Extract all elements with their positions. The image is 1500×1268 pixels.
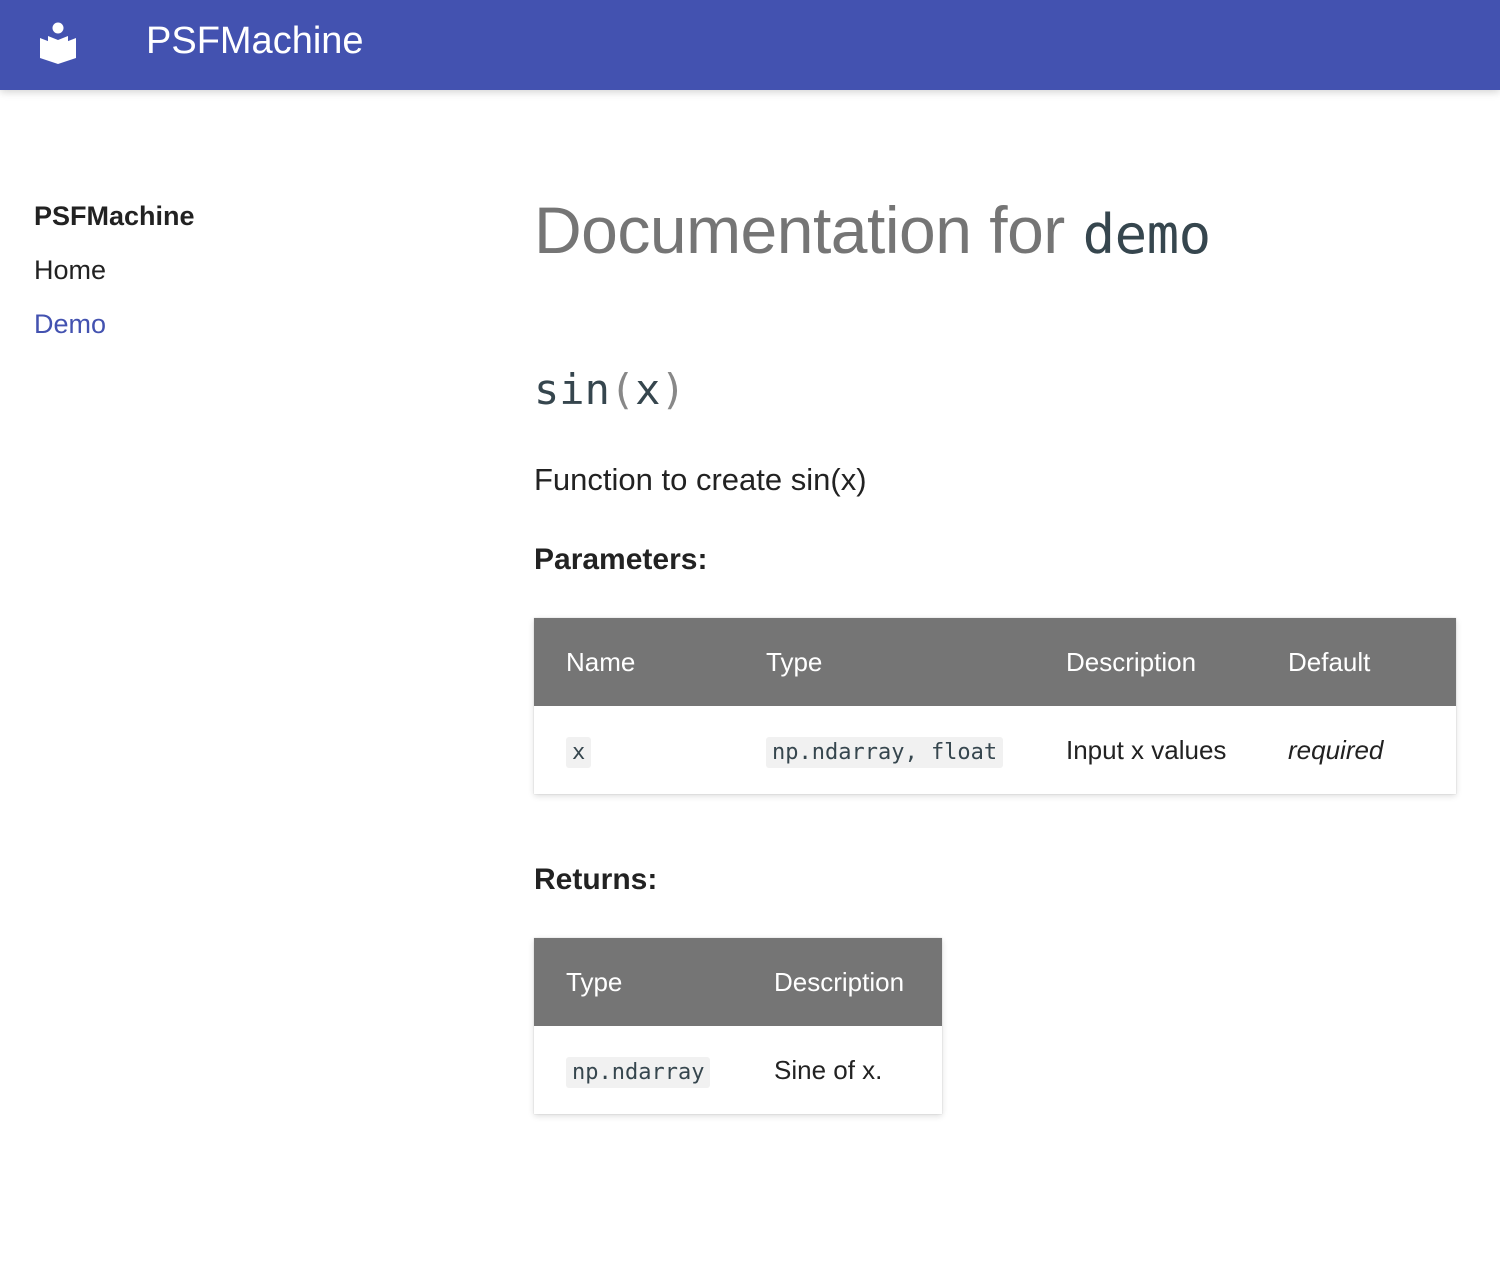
column-header-name: Name bbox=[534, 618, 734, 706]
table-row: x np.ndarray, float Input x values requi… bbox=[534, 706, 1456, 794]
return-type-cell: np.ndarray bbox=[534, 1026, 742, 1114]
function-description: Function to create sin(x) bbox=[534, 462, 867, 497]
column-header-default: Default bbox=[1256, 618, 1456, 706]
top-header: PSFMachine bbox=[0, 0, 1500, 90]
parameters-table: Name Type Description Default x np.ndarr… bbox=[534, 618, 1456, 794]
param-default: required bbox=[1288, 734, 1384, 765]
sidebar-title: PSFMachine bbox=[34, 201, 195, 231]
book-reader-icon[interactable] bbox=[38, 22, 78, 64]
function-name: sin bbox=[534, 365, 610, 414]
column-header-description: Description bbox=[1034, 618, 1256, 706]
param-name: x bbox=[566, 736, 592, 768]
return-description: Sine of x. bbox=[774, 1054, 883, 1085]
sidebar-item-home[interactable]: Home bbox=[34, 250, 434, 290]
main-content: Documentation for demo sin(x) Function t… bbox=[534, 190, 1456, 1114]
sidebar-nav: PSFMachine Home Demo bbox=[34, 196, 434, 344]
function-arg: x bbox=[635, 365, 661, 414]
sidebar-item-demo[interactable]: Demo bbox=[34, 304, 434, 344]
param-name-cell: x bbox=[534, 706, 734, 794]
returns-heading: Returns: bbox=[534, 863, 658, 896]
table-row: np.ndarray Sine of x. bbox=[534, 1026, 942, 1114]
function-signature: sin(x) bbox=[534, 360, 686, 420]
page-title-module: demo bbox=[1082, 203, 1212, 266]
column-header-type: Type bbox=[534, 938, 742, 1026]
param-type-cell: np.ndarray, float bbox=[734, 706, 1034, 794]
function-open-paren: ( bbox=[609, 365, 636, 414]
site-title[interactable]: PSFMachine bbox=[146, 18, 364, 64]
column-header-description: Description bbox=[742, 938, 942, 1026]
function-close-paren: ) bbox=[660, 365, 686, 414]
page-title: Documentation for demo bbox=[534, 190, 1456, 275]
return-type: np.ndarray bbox=[566, 1056, 711, 1088]
param-type: np.ndarray, float bbox=[766, 736, 1004, 768]
returns-table: Type Description np.ndarray Sine of x. bbox=[534, 938, 942, 1114]
parameters-heading: Parameters: bbox=[534, 543, 708, 576]
table-header-row: Name Type Description Default bbox=[534, 618, 1456, 706]
param-description: Input x values bbox=[1066, 734, 1227, 765]
page-title-prefix: Documentation for bbox=[534, 193, 1065, 267]
column-header-type: Type bbox=[734, 618, 1034, 706]
table-header-row: Type Description bbox=[534, 938, 942, 1026]
